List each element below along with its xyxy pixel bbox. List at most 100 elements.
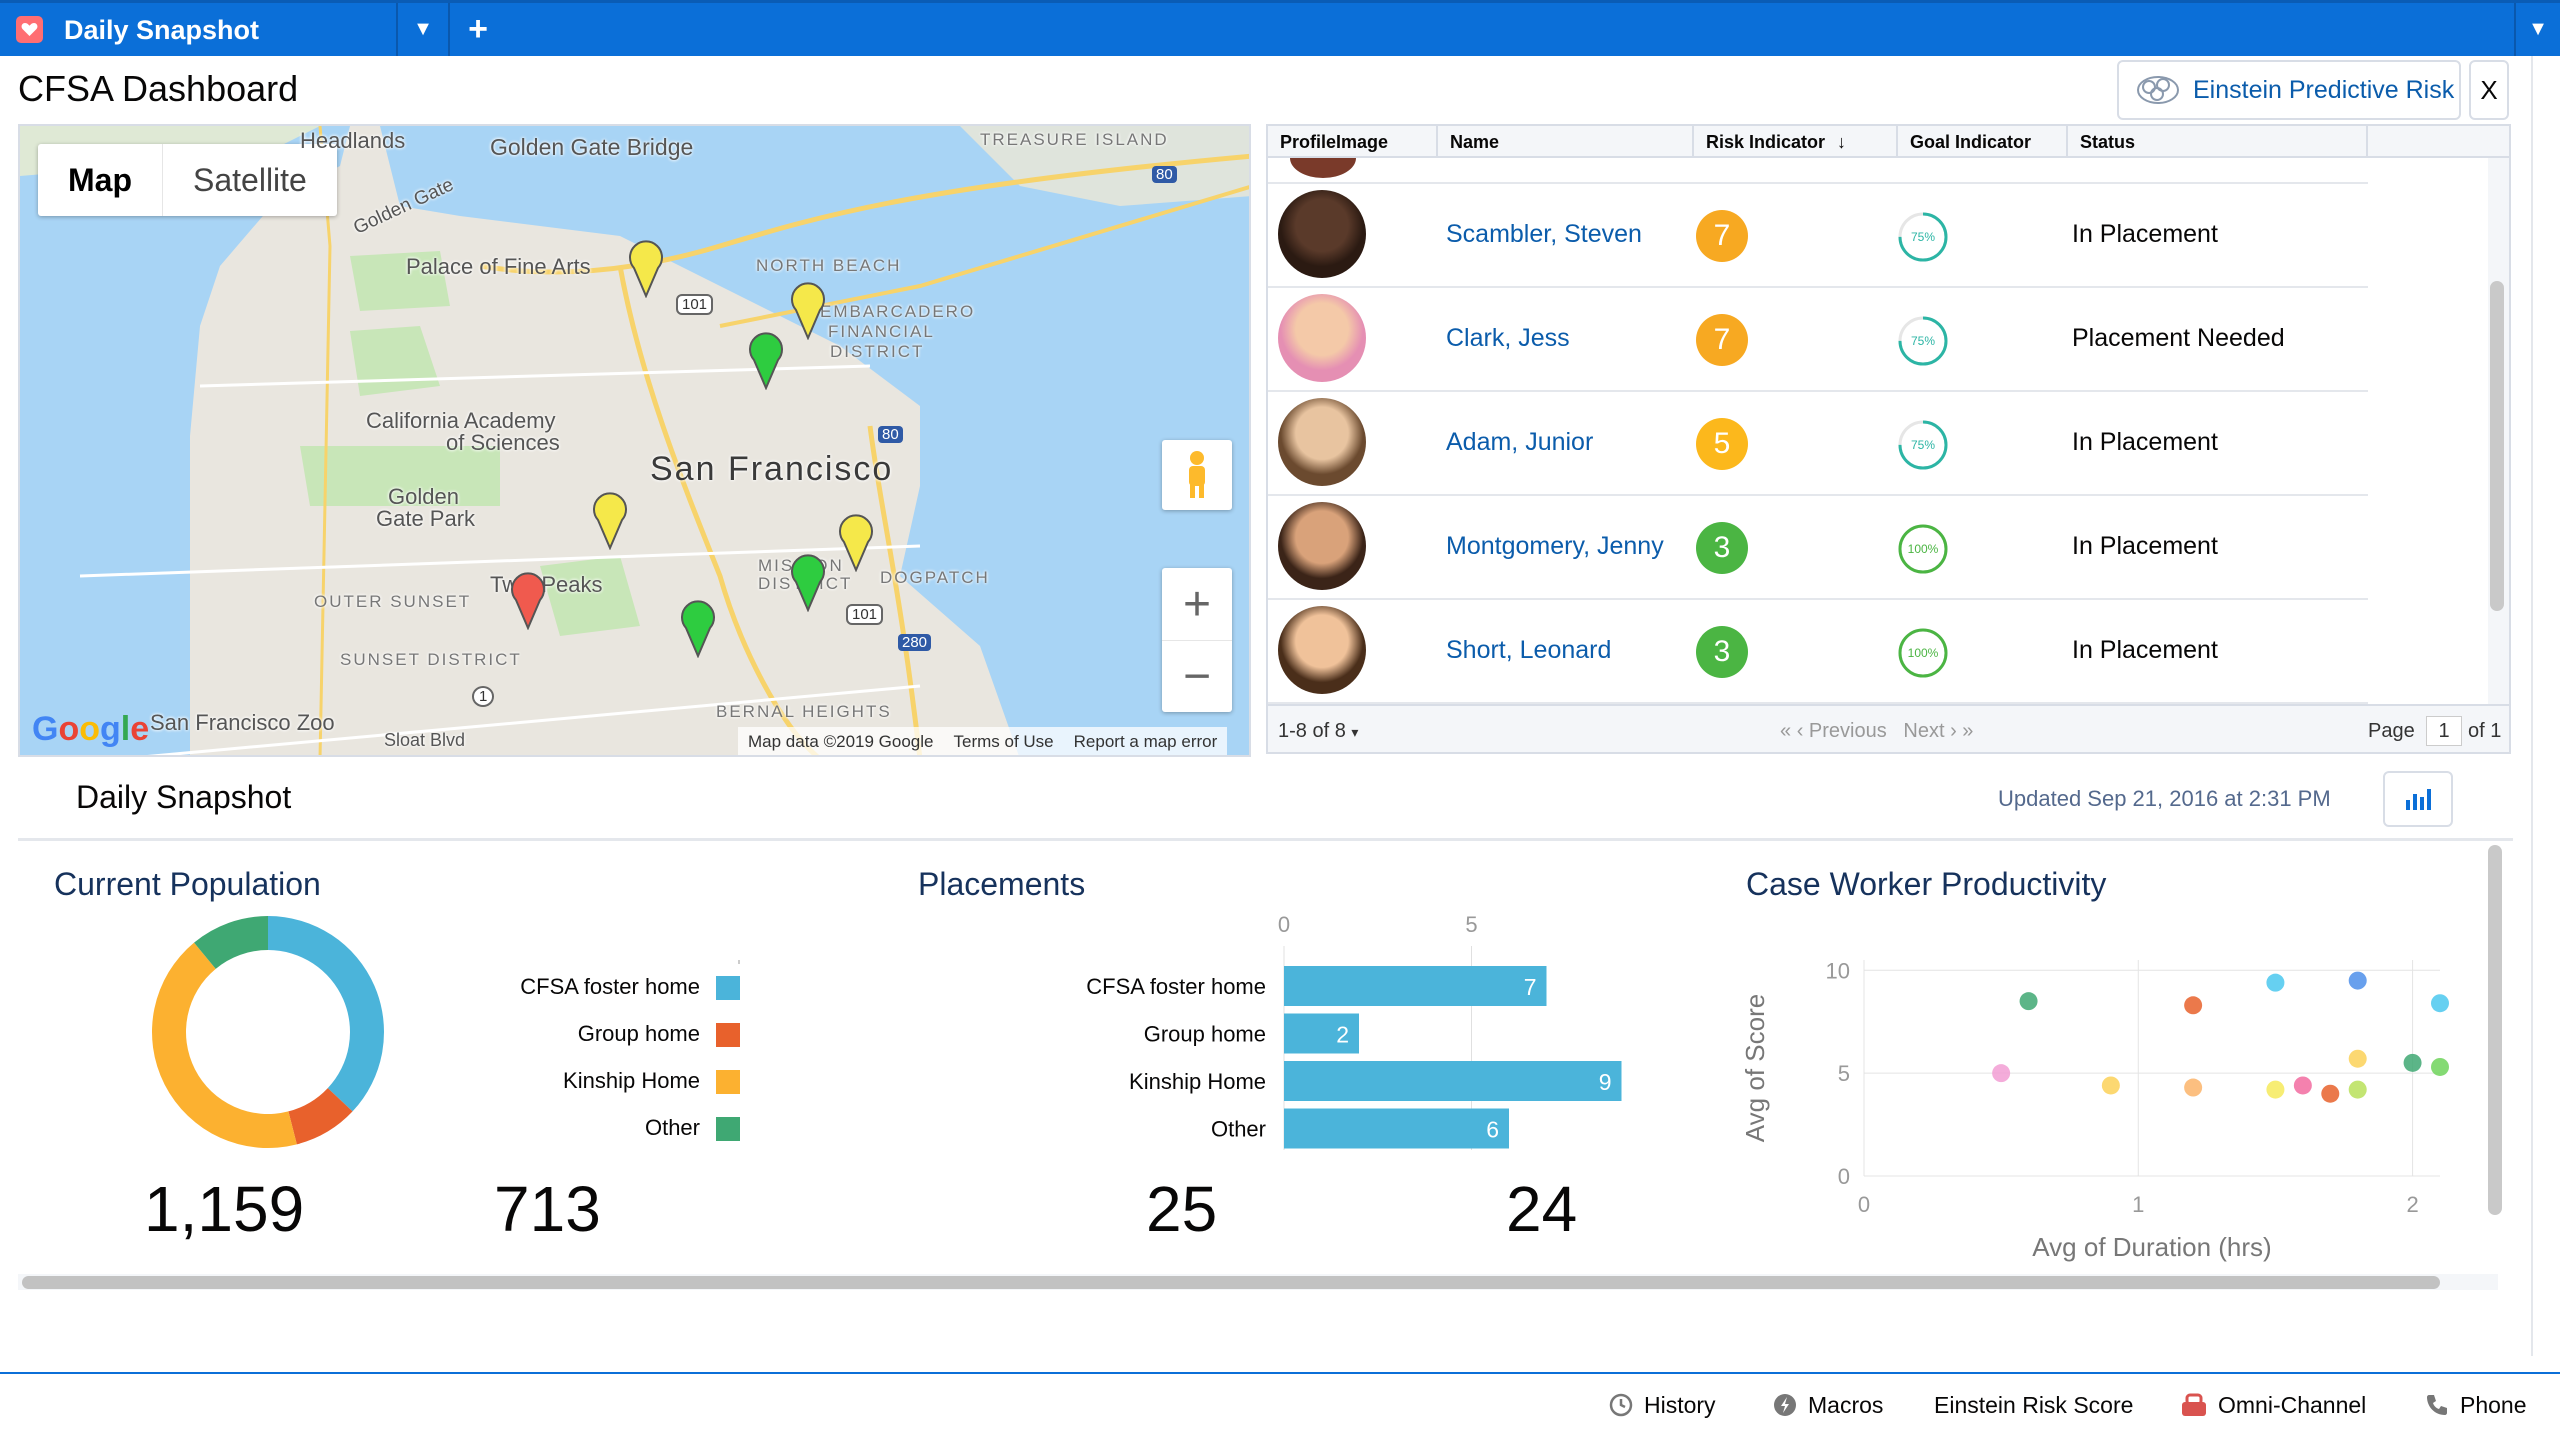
terms-of-use-link[interactable]: Terms of Use (944, 732, 1064, 752)
utility-bar: History Macros Einstein Risk Score Omni-… (0, 1372, 2560, 1434)
map-panel[interactable]: Map Satellite Headlands Golden Gate Brid… (18, 124, 1251, 757)
scatter-point[interactable] (2348, 1080, 2367, 1099)
map-data-credit: Map data ©2019 Google (748, 732, 934, 751)
scatter-y-tick: 10 (1826, 958, 1850, 983)
map-pin-yellow[interactable] (838, 512, 874, 572)
next-page-button[interactable]: Next › (1903, 720, 1956, 742)
table-row: Montgomery, Jenny 3 100% In Placement (1268, 496, 2368, 600)
risk-indicator-badge: 7 (1696, 210, 1748, 262)
scatter-point[interactable] (2431, 1057, 2449, 1076)
utility-omni-channel[interactable]: Omni-Channel (2180, 1388, 2366, 1422)
map-pin-yellow[interactable] (628, 238, 664, 298)
map-land-shapes (20, 126, 1249, 755)
map-type-satellite-button[interactable]: Satellite (163, 144, 337, 216)
scatter-point[interactable] (2403, 1053, 2422, 1072)
scatter-point[interactable] (2184, 996, 2203, 1015)
client-name-link[interactable]: Clark, Jess (1446, 324, 1570, 353)
scatter-point[interactable] (2101, 1076, 2120, 1095)
next-label: Next (1903, 720, 1945, 742)
chevron-down-icon[interactable]: ▼ (398, 3, 450, 56)
scatter-point[interactable] (2293, 1076, 2312, 1095)
scatter-x-tick: 1 (2132, 1192, 2144, 1217)
population-title: Current Population (54, 866, 321, 902)
scatter-x-axis-label: Avg of Duration (hrs) (2032, 1232, 2271, 1262)
einstein-predictive-risk-button[interactable]: Einstein Predictive Risk (2117, 60, 2461, 120)
map-attribution: Map data ©2019 Google Terms of Use Repor… (738, 727, 1228, 755)
column-goal-indicator[interactable]: Goal Indicator (1898, 126, 2068, 158)
utility-macros[interactable]: Macros (1772, 1388, 1883, 1422)
column-status[interactable]: Status (2068, 126, 2368, 158)
column-risk-indicator[interactable]: Risk Indicator ↓ (1694, 126, 1898, 158)
report-map-error-link[interactable]: Report a map error (1064, 732, 1228, 752)
scatter-point[interactable] (2266, 973, 2285, 992)
table-scrollbar-thumb[interactable] (2490, 281, 2504, 611)
column-profile-image[interactable]: ProfileImage (1268, 126, 1438, 158)
goal-ring-label: 75% (1911, 334, 1935, 348)
legend-swatch (716, 1117, 740, 1141)
first-page-icon[interactable]: « (1780, 720, 1791, 742)
zoom-in-button[interactable]: + (1162, 568, 1232, 640)
map-label-city: San Francisco (650, 450, 894, 488)
snapshot-title: Daily Snapshot (76, 779, 292, 815)
dashboard-heart-icon (16, 16, 43, 43)
einstein-button-label: Einstein Predictive Risk (2193, 75, 2455, 104)
bar-cfsa-foster-home[interactable] (1284, 966, 1547, 1006)
client-name-link[interactable]: Adam, Junior (1446, 428, 1593, 457)
map-pin-green[interactable] (680, 598, 716, 658)
bar-value-label: 6 (1486, 1117, 1499, 1143)
map-type-map-button[interactable]: Map (38, 144, 163, 216)
population-donut-chart (152, 916, 384, 1148)
utility-history[interactable]: History (1608, 1388, 1716, 1422)
status-text: In Placement (2072, 428, 2218, 456)
plus-icon[interactable]: + (452, 3, 504, 56)
record-count[interactable]: 1-8 of 8 ▾ (1278, 720, 1358, 743)
column-name[interactable]: Name (1438, 126, 1694, 158)
productivity-scatter-chart: 0 5 10 0 1 2 Avg of Duration (hrs) Avg of Score (1740, 958, 2449, 1262)
zoom-out-button[interactable]: − (1162, 640, 1232, 712)
map-pin-yellow[interactable] (790, 280, 826, 340)
page-number-input[interactable]: 1 (2426, 716, 2462, 746)
scatter-point[interactable] (2184, 1078, 2203, 1097)
scatter-point[interactable] (2266, 1080, 2285, 1099)
scatter-point[interactable] (2348, 1049, 2367, 1068)
scatter-point[interactable] (2431, 994, 2449, 1013)
client-name-link[interactable]: Scambler, Steven (1446, 220, 1642, 249)
tab-daily-snapshot[interactable]: Daily Snapshot (0, 3, 398, 56)
donut-slice-cfsa-foster-home[interactable] (268, 916, 384, 1112)
status-text: In Placement (2072, 532, 2218, 560)
scatter-point[interactable] (2019, 992, 2038, 1011)
map-pin-green[interactable] (748, 330, 784, 390)
horizontal-scrollbar-thumb[interactable] (22, 1276, 2440, 1289)
donut-slice-kinship-home[interactable] (152, 942, 297, 1148)
goal-indicator-ring: 100% (1898, 628, 1948, 678)
view-report-button[interactable] (2383, 771, 2453, 827)
close-button[interactable]: X (2469, 60, 2509, 120)
street-view-pegman-icon[interactable] (1162, 440, 1232, 510)
legend-label: Other (644, 1115, 700, 1140)
client-name-link[interactable]: Short, Leonard (1446, 636, 1611, 665)
previous-page-button[interactable]: ‹ Previous (1797, 720, 1887, 742)
phone-icon (2427, 1395, 2447, 1415)
client-name-link[interactable]: Montgomery, Jenny (1446, 532, 1664, 561)
map-pin-red[interactable] (510, 570, 546, 630)
avatar (1278, 606, 1366, 694)
bar-other[interactable] (1284, 1108, 1509, 1149)
utility-phone-label: Phone (2460, 1391, 2527, 1418)
utility-phone[interactable]: Phone (2424, 1388, 2527, 1422)
bar-kinship-home[interactable] (1284, 1061, 1622, 1101)
map-pin-green[interactable] (790, 552, 826, 612)
snapshot-scrollbar-thumb[interactable] (2488, 845, 2502, 1215)
chevron-down-icon: ▾ (1351, 724, 1359, 740)
bar-value-label: 7 (1524, 974, 1537, 1000)
goal-ring-label: 100% (1908, 542, 1939, 556)
scatter-point[interactable] (2348, 971, 2367, 990)
map-pin-yellow[interactable] (592, 490, 628, 550)
scatter-point[interactable] (2321, 1084, 2340, 1103)
last-page-icon[interactable]: » (1962, 720, 1973, 742)
tab-overflow-chevron-down-icon[interactable]: ▼ (2514, 3, 2560, 56)
utility-einstein-risk-score[interactable]: Einstein Risk Score (1934, 1388, 2133, 1422)
scatter-point[interactable] (1992, 1064, 2011, 1083)
page-scroll-track (2531, 56, 2533, 1356)
scatter-x-tick: 2 (2406, 1192, 2418, 1217)
column-risk-label: Risk Indicator (1706, 131, 1826, 152)
